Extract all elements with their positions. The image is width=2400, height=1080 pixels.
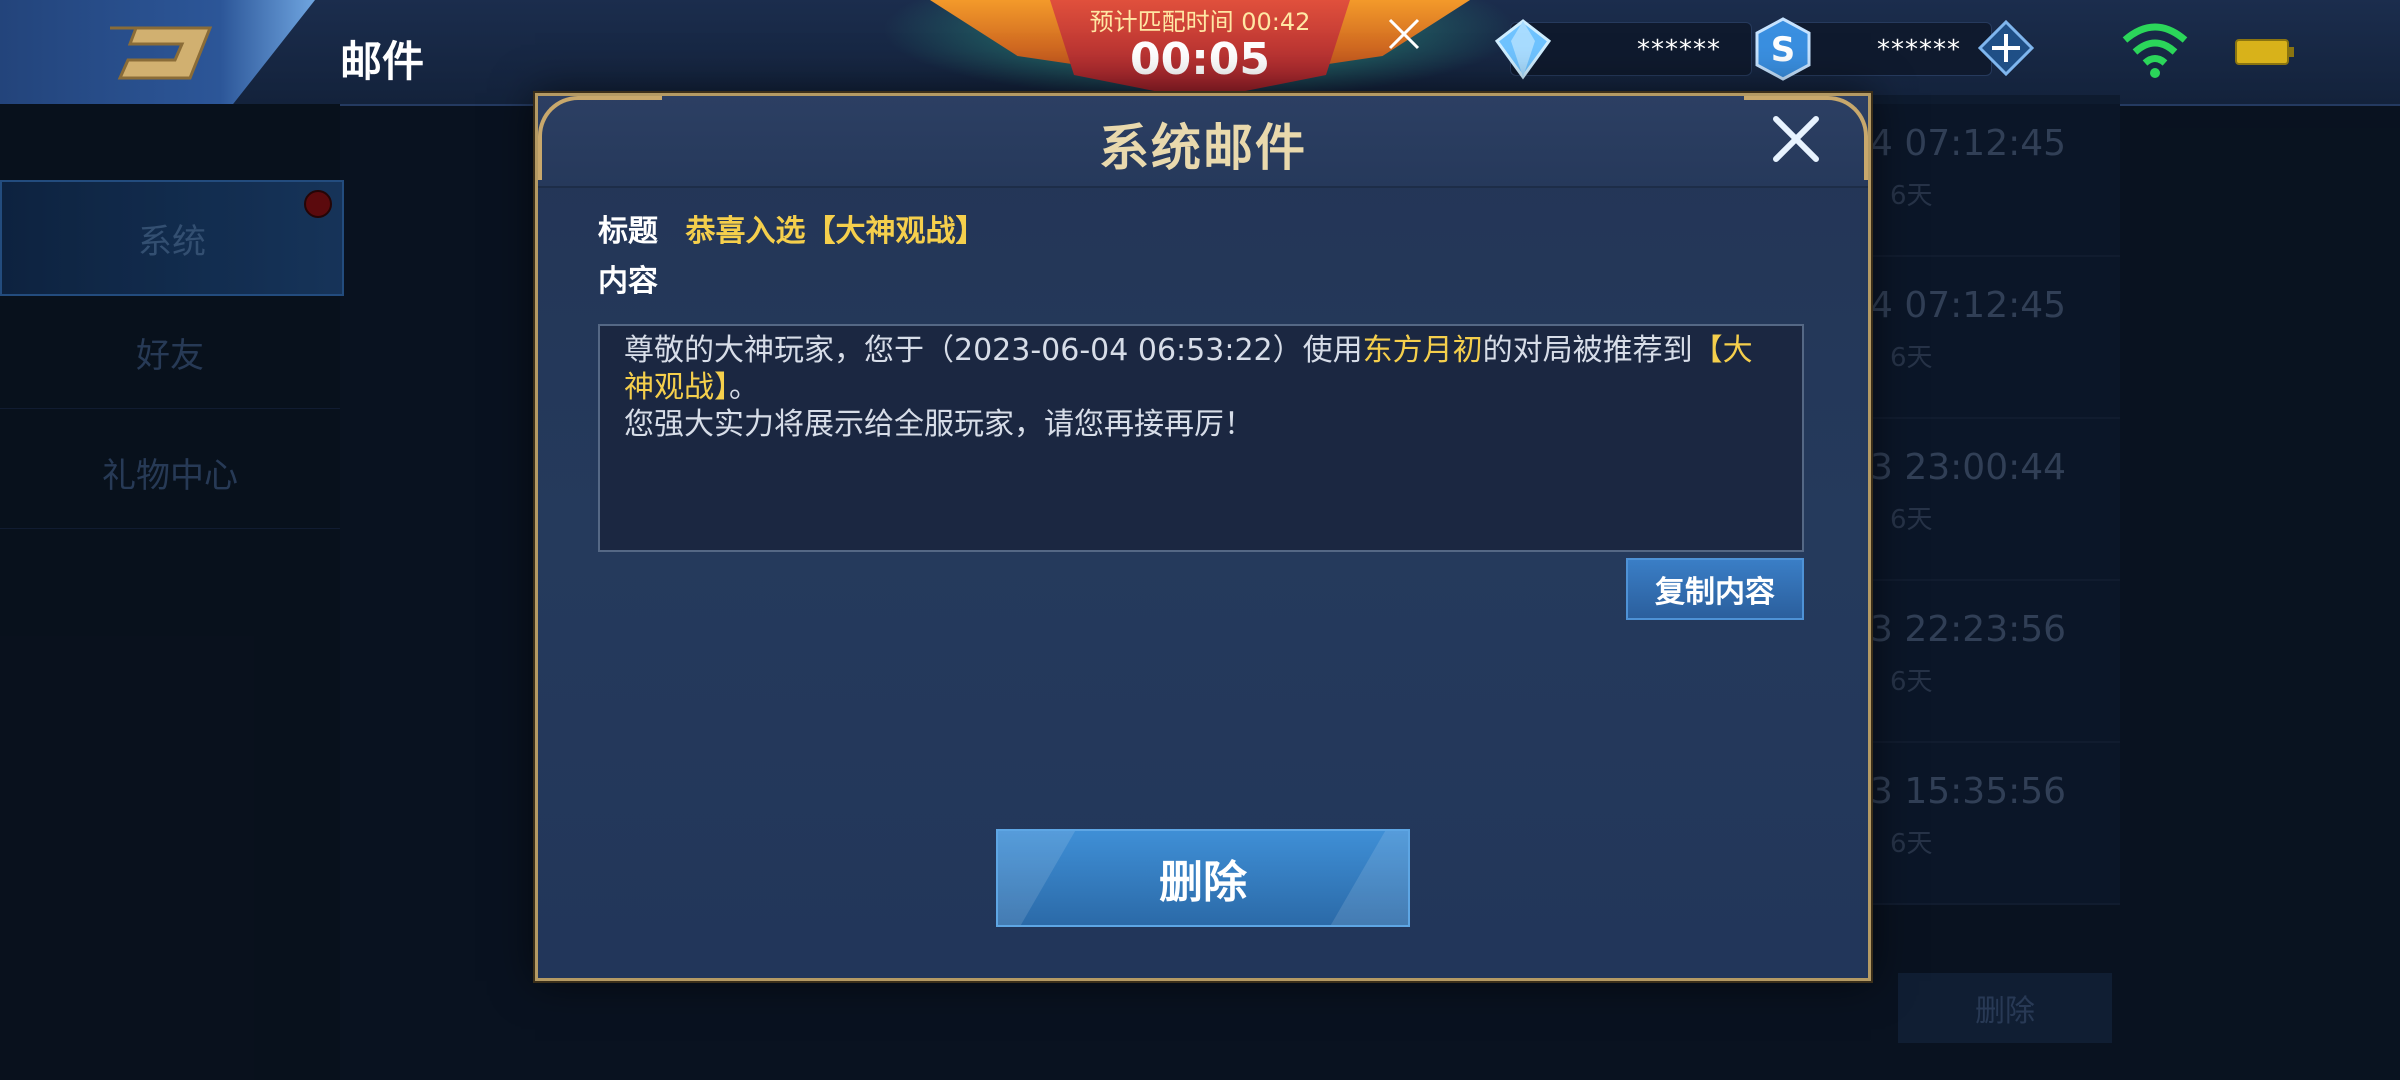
close-icon (1773, 116, 1819, 162)
svg-text:S: S (1771, 30, 1796, 70)
wifi-icon (2122, 23, 2188, 78)
mail-content-box: 尊敬的大神玩家，您于（2023-06-04 06:53:22）使用东方月初的对局… (598, 324, 1804, 552)
match-elapsed-timer: 00:05 (1129, 34, 1271, 85)
mail-body-text: 尊敬的大神玩家，您于（2023-06-04 06:53:22）使用 (624, 333, 1363, 368)
back-button[interactable] (95, 14, 225, 88)
dialog-header: 系统邮件 (538, 96, 1868, 188)
recharge-button[interactable] (1977, 19, 2035, 77)
content-label: 内容 (598, 264, 658, 299)
battery-icon (2235, 39, 2294, 65)
delete-button-label: 删除 (1159, 857, 1247, 908)
mail-body-text: 的对局被推荐到 (1482, 333, 1693, 368)
subject-value: 恭喜入选【大神观战】 (685, 214, 986, 249)
delete-mail-button[interactable]: 删除 (996, 829, 1410, 927)
close-dialog-button[interactable] (1768, 111, 1824, 167)
coupon-currency: S ****** (1755, 17, 1992, 81)
system-mail-dialog: 系统邮件 标题 恭喜入选【大神观战】 内容 尊敬的大神玩家，您于（2023-06… (535, 93, 1871, 981)
subject-row: 标题 恭喜入选【大神观战】 (598, 206, 986, 250)
dialog-title: 系统邮件 (1099, 119, 1307, 177)
back-arrow-icon (110, 26, 213, 80)
close-icon (1388, 18, 1420, 50)
subject-label: 标题 (598, 214, 658, 249)
diamond-amount: ****** (1637, 35, 1721, 65)
cancel-match-button[interactable] (1380, 10, 1428, 58)
copy-content-button[interactable]: 复制内容 (1626, 558, 1804, 620)
plus-icon (1977, 19, 2035, 77)
coupon-icon: S (1755, 17, 1811, 81)
matching-banner: 预计匹配时间 00:42 00:05 (870, 0, 1530, 104)
top-bar: 邮件 预计匹配时间 00:42 00:05 ****** S ****** (0, 0, 2400, 106)
mail-body-text: 。 (729, 370, 759, 405)
diamond-currency: ****** (1494, 19, 1752, 80)
diamond-icon (1494, 19, 1552, 80)
estimated-match-time: 预计匹配时间 00:42 (1089, 8, 1311, 36)
page-title: 邮件 (340, 37, 425, 86)
hero-name: 东方月初 (1362, 333, 1483, 368)
mail-body-text: 您强大实力将展示给全服玩家，请您再接再厉！ (624, 407, 1254, 442)
coupon-amount: ****** (1877, 35, 1961, 65)
